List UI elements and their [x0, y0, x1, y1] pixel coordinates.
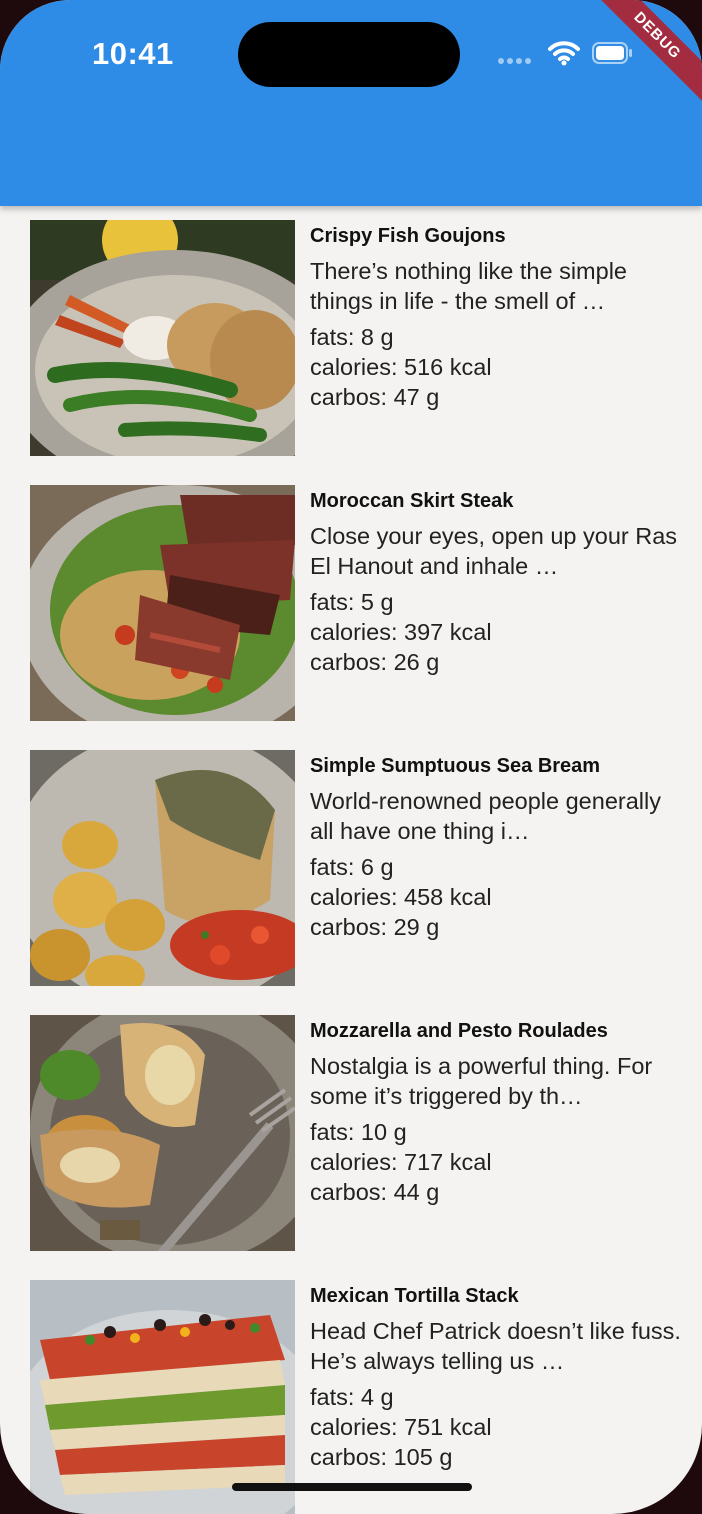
recipe-image: [30, 1280, 295, 1514]
recipe-description: World-renowned people generally all have…: [310, 788, 661, 844]
recipe-calories: calories: 751 kcal: [310, 1414, 492, 1440]
recipe-description: Head Chef Patrick doesn’t like fuss. He’…: [310, 1318, 681, 1374]
recipe-calories: calories: 397 kcal: [310, 619, 492, 645]
recipe-info: Crispy Fish Goujons There’s nothing like…: [310, 220, 685, 412]
recipe-list[interactable]: Crispy Fish Goujons There’s nothing like…: [0, 206, 702, 1514]
recipe-calories: calories: 717 kcal: [310, 1149, 492, 1175]
recipe-carbos: carbos: 47 g: [310, 384, 440, 410]
recipe-info: Mozzarella and Pesto Roulades Nostalgia …: [310, 1015, 685, 1207]
recipe-card[interactable]: Mexican Tortilla Stack Head Chef Patrick…: [30, 1280, 690, 1514]
recipe-image: [30, 1015, 295, 1251]
recipe-title: Mexican Tortilla Stack: [310, 1285, 519, 1307]
cellular-signal-icon: [498, 58, 531, 64]
recipe-info: Moroccan Skirt Steak Close your eyes, op…: [310, 485, 685, 677]
recipe-card[interactable]: Moroccan Skirt Steak Close your eyes, op…: [30, 485, 690, 721]
recipe-fats: fats: 8 g: [310, 324, 394, 350]
home-indicator[interactable]: [232, 1483, 472, 1491]
recipe-fats: fats: 4 g: [310, 1384, 394, 1410]
recipe-image: [30, 750, 295, 986]
recipe-title: Simple Sumptuous Sea Bream: [310, 755, 601, 777]
recipe-title: Crispy Fish Goujons: [310, 225, 506, 247]
recipe-carbos: carbos: 44 g: [310, 1179, 440, 1205]
recipe-carbos: carbos: 26 g: [310, 649, 440, 675]
recipe-card[interactable]: Mozzarella and Pesto Roulades Nostalgia …: [30, 1015, 690, 1251]
recipe-description: There’s nothing like the simple things i…: [310, 258, 627, 314]
app-bar: 10:41 DEBUG: [0, 0, 702, 206]
dynamic-island: [238, 22, 460, 87]
recipe-fats: fats: 5 g: [310, 589, 394, 615]
phone-screen: 10:41 DEBUG Crispy Fish Goujons There’s …: [0, 0, 702, 1514]
recipe-info: Simple Sumptuous Sea Bream World-renowne…: [310, 750, 685, 942]
recipe-fats: fats: 6 g: [310, 854, 394, 880]
recipe-image: [30, 485, 295, 721]
recipe-description: Nostalgia is a powerful thing. For some …: [310, 1053, 653, 1109]
recipe-carbos: carbos: 29 g: [310, 914, 440, 940]
recipe-info: Mexican Tortilla Stack Head Chef Patrick…: [310, 1280, 685, 1472]
recipe-description: Close your eyes, open up your Ras El Han…: [310, 523, 678, 579]
battery-icon: [592, 42, 632, 64]
recipe-calories: calories: 516 kcal: [310, 354, 492, 380]
recipe-image: [30, 220, 295, 456]
wifi-icon: [548, 41, 580, 66]
recipe-title: Mozzarella and Pesto Roulades: [310, 1020, 608, 1042]
recipe-title: Moroccan Skirt Steak: [310, 490, 514, 512]
recipe-carbos: carbos: 105 g: [310, 1444, 453, 1470]
recipe-fats: fats: 10 g: [310, 1119, 407, 1145]
recipe-card[interactable]: Crispy Fish Goujons There’s nothing like…: [30, 220, 690, 456]
status-time: 10:41: [92, 36, 174, 71]
recipe-card[interactable]: Simple Sumptuous Sea Bream World-renowne…: [30, 750, 690, 986]
recipe-calories: calories: 458 kcal: [310, 884, 492, 910]
